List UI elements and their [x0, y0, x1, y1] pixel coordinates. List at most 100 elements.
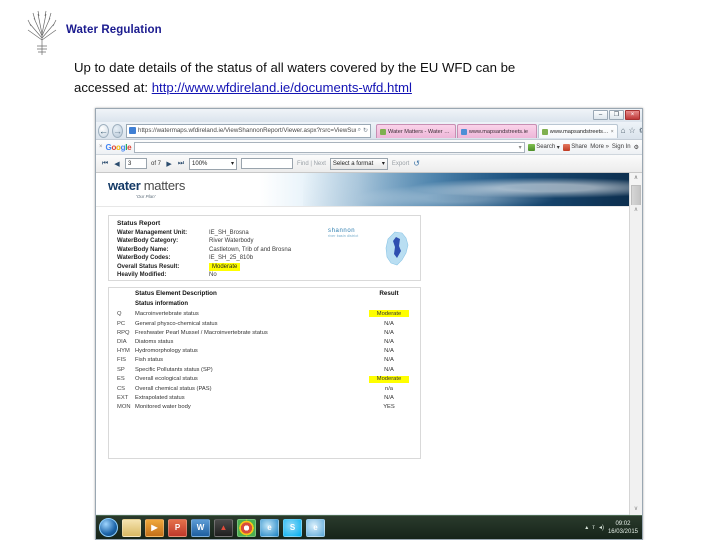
network-icon[interactable]: ᴛ	[592, 525, 595, 531]
chevron-down-icon: ▾	[381, 161, 385, 167]
row-description: Extrapolated status	[135, 395, 185, 402]
start-button[interactable]	[99, 518, 118, 537]
tab-mapsandstreets-2[interactable]: www.mapsandstreets.ie ×	[537, 124, 618, 138]
word-icon[interactable]: W	[191, 518, 210, 537]
status-element-table-card: Status Element Description Result Status…	[108, 287, 421, 459]
close-button[interactable]: ×	[625, 110, 640, 120]
browser-scroll-up-icon[interactable]: ∧	[630, 205, 642, 216]
tab-favicon-icon	[460, 128, 467, 135]
internet-explorer-2-icon[interactable]: e	[306, 518, 325, 537]
row-code: PC	[117, 320, 126, 327]
tab-close-icon[interactable]: ×	[611, 129, 614, 135]
row-result: n/a	[384, 385, 394, 392]
result-badge: Moderate	[369, 375, 409, 383]
home-icon[interactable]: ⌂	[621, 126, 626, 135]
field-value: Castletown, Trib of and Brosna	[209, 246, 292, 253]
row-result: N/A	[384, 395, 394, 402]
wfd-documents-link[interactable]: http://www.wfdireland.ie/documents-wfd.h…	[152, 80, 412, 95]
field-label: WaterBody Codes:	[117, 255, 171, 262]
water-matters-logo: water matters	[108, 178, 185, 193]
zoom-select[interactable]: 100% ▾	[189, 157, 238, 170]
find-input[interactable]	[241, 158, 294, 169]
google-share-label: Share	[571, 144, 588, 150]
logo-light-text: matters	[140, 178, 186, 193]
body-line-2: accessed at: http://www.wfdireland.ie/do…	[74, 78, 654, 98]
first-page-button[interactable]: ⏮	[101, 160, 109, 168]
page-number-input[interactable]: 3	[125, 158, 147, 169]
browser-scroll-down-icon[interactable]: ∨	[630, 504, 642, 515]
row-code: HYM	[117, 348, 130, 355]
logo-tagline: 'Our Plan'	[136, 194, 156, 199]
last-page-button[interactable]: ⏭	[177, 160, 185, 168]
result-badge: Moderate	[369, 310, 409, 318]
google-toolbar: × Google ▾ Search ▾ Share More » Sign In …	[96, 140, 642, 155]
refresh-icon[interactable]: ↺	[413, 159, 420, 168]
row-code: FIS	[117, 357, 127, 364]
header-result-cell: Result	[379, 289, 399, 297]
export-format-select[interactable]: Select a format ▾	[329, 157, 388, 170]
chrome-icon[interactable]	[237, 518, 256, 537]
google-signin-label[interactable]: Sign In	[612, 144, 631, 150]
internet-explorer-icon[interactable]: e	[260, 518, 279, 537]
browser-vertical-scrollbar[interactable]: ∧ ∨	[629, 205, 642, 515]
taskbar-clock[interactable]: 09:02 16/03/2015	[608, 520, 638, 536]
page-count-label: of 7	[151, 160, 162, 167]
show-hidden-icons-icon[interactable]: ▴	[585, 524, 588, 531]
google-search-input[interactable]: ▾	[134, 141, 525, 153]
maximize-button[interactable]: ❐	[609, 110, 624, 120]
row-description: Overall ecological status	[135, 376, 198, 383]
row-code: MON	[117, 404, 131, 411]
export-button[interactable]: Export	[392, 161, 409, 167]
address-refresh-icon[interactable]: ↻	[363, 127, 368, 134]
google-share-button[interactable]: Share	[562, 143, 588, 151]
zoom-value: 100%	[192, 160, 208, 167]
plant-logo-icon	[27, 10, 57, 55]
favorites-icon[interactable]: ☆	[629, 126, 636, 135]
address-bar[interactable]: https://watermaps.wfdireland.ie/ViewShan…	[126, 123, 371, 138]
google-more-button[interactable]: More »	[590, 144, 609, 150]
row-result: Moderate	[358, 374, 420, 384]
subheader-result-cell	[358, 300, 420, 309]
find-next-label[interactable]: Find | Next	[297, 161, 326, 167]
table-row: SP Specific Pollutants status (SP) N/A	[109, 365, 420, 374]
table-row: HYM Hydromorphology status N/A	[109, 347, 420, 356]
google-search-caret-icon[interactable]: ▾	[519, 144, 522, 151]
google-toolbar-close-icon[interactable]: ×	[99, 144, 103, 150]
shannon-river-basin-logo: shannon river basin district	[328, 228, 414, 272]
tab-mapsandstreets-1[interactable]: www.mapsandstreets.ie	[456, 124, 537, 138]
header-code-cell	[109, 288, 135, 300]
tab-label: Water Matters - Water Ma...	[388, 128, 452, 135]
powerpoint-icon[interactable]: P	[168, 518, 187, 537]
windows-explorer-icon[interactable]	[122, 518, 141, 537]
tools-icon[interactable]: ⚙	[639, 126, 642, 135]
back-button[interactable]: ←	[98, 123, 109, 138]
google-search-button[interactable]: Search ▾	[527, 143, 560, 151]
system-tray: ▴ ᴛ ◂) 09:02 16/03/2015	[585, 520, 642, 536]
google-settings-icon[interactable]: ⚙	[634, 144, 639, 151]
google-search-menu-caret-icon[interactable]: ▾	[557, 144, 560, 151]
table-header-row: Status Element Description Result	[109, 288, 420, 300]
field-value: IE_SH_25_810b	[209, 255, 254, 262]
media-player-icon[interactable]: ▶	[145, 518, 164, 537]
row-code: DIA	[117, 338, 127, 345]
export-format-value: Select a format	[332, 160, 374, 167]
clock-time: 09:02	[615, 520, 631, 527]
scroll-up-icon[interactable]: ∧	[630, 173, 642, 184]
row-result: N/A	[384, 329, 394, 336]
windows-taskbar: ▶ P W ▲ e S e ▴ ᴛ ◂) 09:02 16/03/2015	[96, 515, 642, 539]
volume-icon[interactable]: ◂)	[599, 524, 604, 531]
previous-page-button[interactable]: ◀	[113, 160, 121, 168]
page-title: Water Regulation	[66, 24, 162, 36]
skype-icon[interactable]: S	[283, 518, 302, 537]
row-code: CS	[117, 385, 126, 392]
forward-button[interactable]: →	[112, 123, 123, 138]
row-result: N/A	[384, 366, 394, 373]
google-search-icon	[527, 143, 535, 151]
address-search-icon[interactable]: ⌕	[358, 127, 361, 134]
next-page-button[interactable]: ▶	[165, 160, 173, 168]
water-wave-graphic	[303, 173, 642, 206]
minimize-button[interactable]: –	[593, 110, 608, 120]
tab-water-matters[interactable]: Water Matters - Water Ma...	[376, 124, 456, 138]
browser-command-icons: ⌂ ☆ ⚙	[621, 126, 642, 135]
adobe-reader-icon[interactable]: ▲	[214, 518, 233, 537]
